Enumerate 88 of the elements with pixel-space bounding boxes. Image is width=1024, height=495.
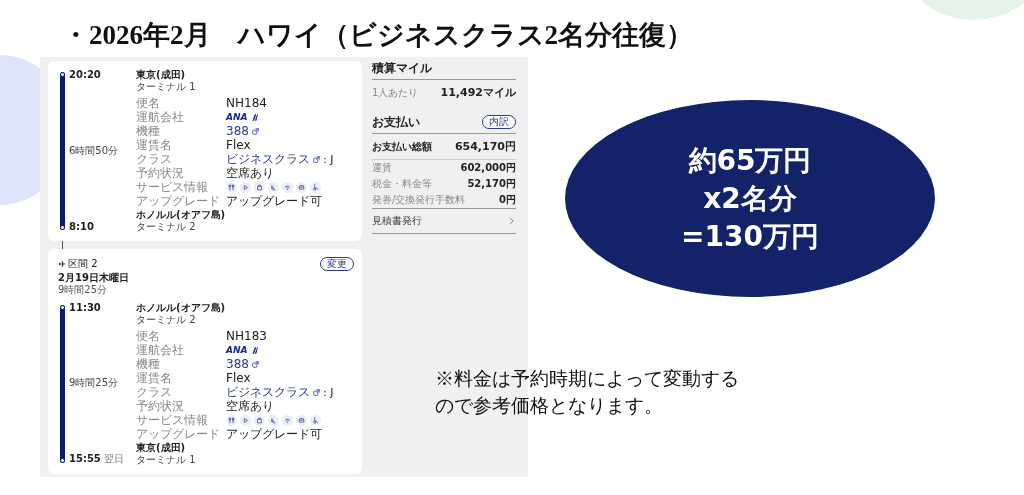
stripes-icon [250,113,259,121]
segment-duration: 9時間25分 [58,284,109,296]
next-day-note: 翌日 [103,452,124,466]
detail-label: クラス [136,151,173,167]
departure-airport: ホノルル(オアフ島) [136,302,227,314]
detail-value: アップグレード可 [226,192,322,210]
detail-label: アップグレード [136,193,221,209]
class-code: : J [323,385,334,399]
arrival-time: 15:55 [69,453,101,465]
detail-label: 運賃名 [136,370,173,387]
departure-time: 20:20 [69,69,102,81]
detail-label: 機種 [136,123,161,139]
departure-airport: 東京(成田) [136,69,187,81]
payment-heading: お支払い [372,114,420,131]
external-link-icon [313,388,320,396]
change-button[interactable]: 変更 [320,257,354,271]
terminal-label: ターミナル 2 [136,314,197,326]
wifi-icon [282,414,293,426]
wheelchair-icon [310,414,321,426]
detail-label: アップグレード [136,426,221,442]
detail-value: Flex [226,138,251,152]
detail-value: アップグレード可 [226,425,322,443]
wifi-icon [282,181,293,193]
meal-icon [226,414,237,426]
meal-icon [226,181,237,193]
detail-label: サービス情報 [136,179,209,195]
class-code: : J [323,152,334,166]
miles-value: 11,492マイル [440,85,516,100]
callout-text: 約65万円 [688,142,812,179]
fee-label: 発券/交換発行手数料 [372,193,466,207]
arrival-time: 8:10 [69,221,94,233]
arrival-airport: ホノルル(オアフ島) [136,209,227,221]
callout-text: x2名分 [703,180,797,217]
detail-label: 機種 [136,356,161,372]
terminal-label: ターミナル 2 [136,221,197,233]
bag-icon [254,181,265,193]
detail-value: Flex [226,371,251,385]
external-link-icon [251,127,259,135]
plane-icon [58,260,66,268]
airline-logo-text: ANA [226,345,248,355]
miles-heading: 積算マイル [372,60,433,77]
slide-title: ・2026年2月 ハワイ（ビジネスクラス2名分往復） [62,19,693,52]
external-link-icon [313,155,320,163]
segment-label: 区間 2 [68,257,98,271]
fee-label: 税金・料金等 [372,177,432,191]
detail-value: 空席あり [226,165,274,182]
terminal-label: ターミナル 1 [136,81,197,93]
stripes-icon [250,346,259,354]
flight-duration: 9時間25分 [69,376,120,390]
detail-value: NH183 [226,329,267,343]
detail-label: 便名 [136,94,161,111]
fee-amount: 602,000円 [460,161,516,175]
detail-link[interactable]: 388 [226,124,249,138]
breakdown-button[interactable]: 内訳 [482,115,516,129]
quote-link[interactable]: 見積書発行 [372,209,516,233]
callout-text: =130万円 [681,218,819,255]
detail-label: 予約状況 [136,398,185,414]
fee-amount: 52,170円 [467,177,516,191]
airline-logo-text: ANA [226,112,248,122]
detail-label: 運航会社 [136,342,185,358]
detail-label: サービス情報 [136,412,209,428]
detail-value: NH184 [226,96,267,110]
detail-label: 予約状況 [136,165,185,181]
fee-amount: 0円 [499,193,516,207]
detail-link[interactable]: 388 [226,357,249,371]
detail-value: 空席あり [226,398,274,415]
wheelchair-icon [310,181,321,193]
bag-icon [254,414,265,426]
departure-time: 11:30 [69,302,102,314]
detail-label: 便名 [136,327,161,344]
arrival-airport: 東京(成田) [136,442,187,454]
detail-link[interactable]: ビジネスクラス [226,150,310,168]
terminal-label: ターミナル 1 [136,454,197,466]
detail-link[interactable]: ビジネスクラス [226,383,310,401]
play-icon [240,181,251,193]
miles-label: 1人あたり [372,85,419,100]
flight-duration: 6時間50分 [69,144,119,158]
detail-label: クラス [136,384,173,400]
price-note: ※料金は予約時期によって変動するので参考価格となります。 [435,367,740,418]
detail-label: 運航会社 [136,109,185,125]
total-label: お支払い総額 [372,139,432,154]
total-amount: 654,170円 [454,139,516,154]
segment-date: 2月19日木曜日 [58,271,130,284]
fee-label: 運賃 [372,161,392,175]
play-icon [240,414,251,426]
detail-label: 運賃名 [136,137,173,154]
chevron-icon [509,217,514,225]
external-link-icon [251,360,259,368]
